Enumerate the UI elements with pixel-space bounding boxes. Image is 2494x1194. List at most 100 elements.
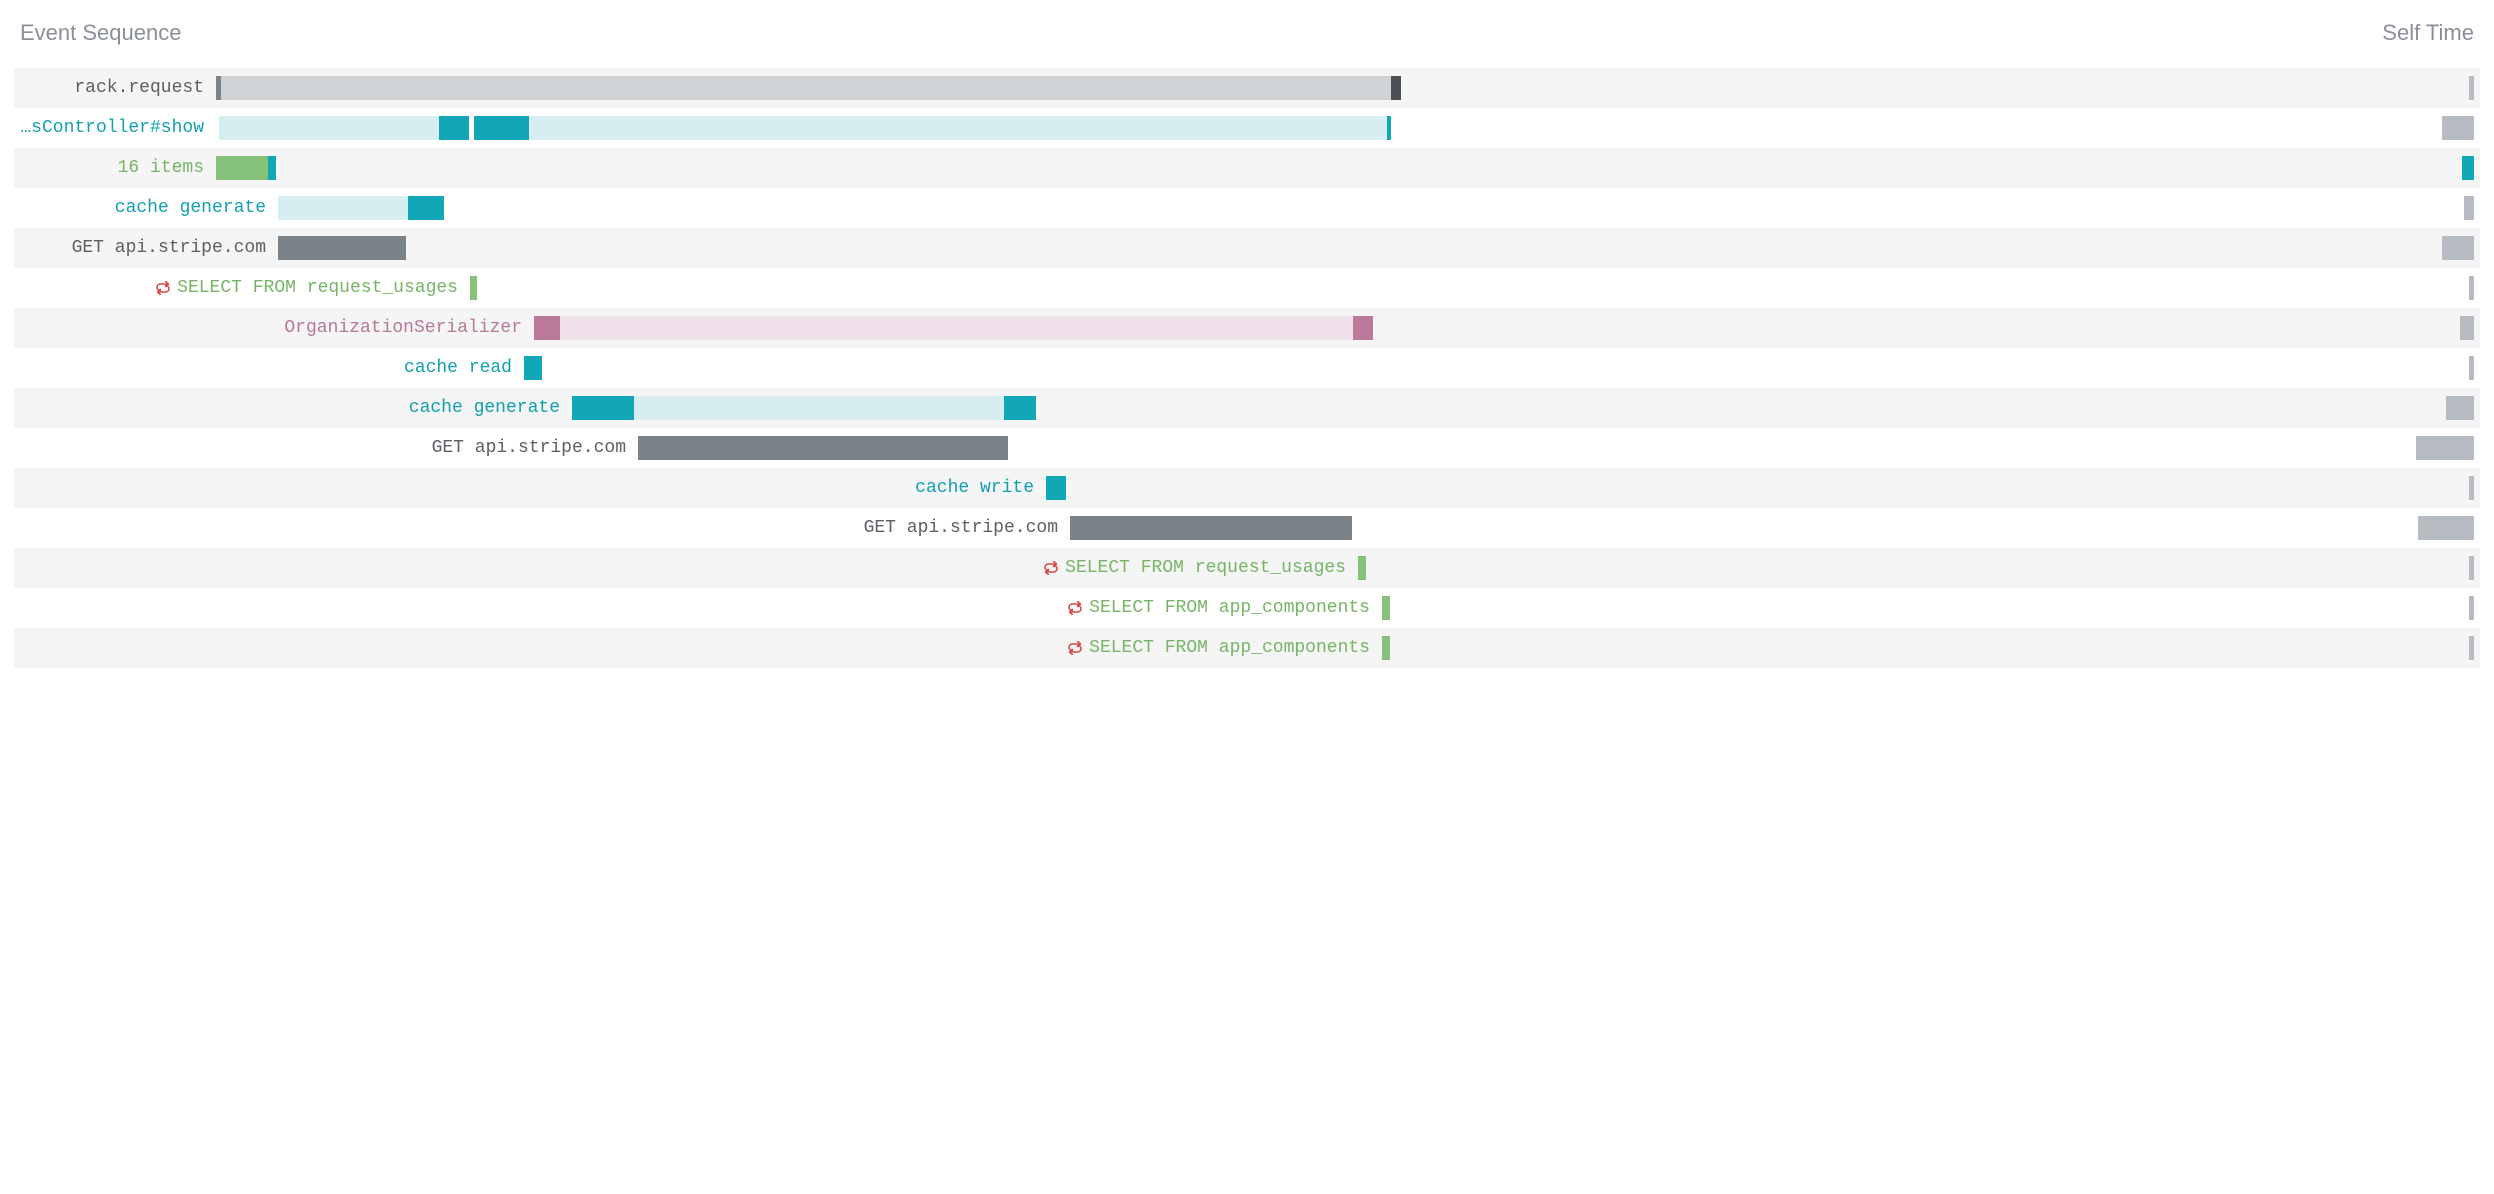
trace-segment[interactable]: [474, 116, 529, 140]
self-time: [2344, 228, 2474, 268]
trace-segment[interactable]: [1382, 596, 1390, 620]
trace-label: cache write: [20, 478, 1046, 498]
self-time-bar: [2469, 476, 2474, 500]
trace-label-text: SELECT FROM app_components: [1089, 638, 1370, 658]
trace-segment[interactable]: [1046, 476, 1066, 500]
trace-segment[interactable]: [1070, 516, 1352, 540]
trace-row[interactable]: GET api.stripe.com: [14, 228, 2480, 268]
loop-icon: [1067, 601, 1083, 615]
trace-row[interactable]: SELECT FROM app_components: [14, 588, 2480, 628]
trace-row[interactable]: GET api.stripe.com: [14, 428, 2480, 468]
trace-row[interactable]: rack.request: [14, 68, 2480, 108]
self-time: [2344, 548, 2474, 588]
self-time-bar: [2442, 116, 2474, 140]
trace-label-text: OrganizationSerializer: [284, 318, 522, 338]
trace-row[interactable]: cache read: [14, 348, 2480, 388]
trace-timeline[interactable]: [1046, 468, 2344, 508]
trace-segment[interactable]: [1387, 116, 1391, 140]
trace-timeline[interactable]: [1382, 588, 2344, 628]
trace-label-text: 16 items: [118, 158, 204, 178]
trace-timeline[interactable]: [216, 68, 2344, 108]
self-time: [2344, 468, 2474, 508]
self-time-bar: [2416, 436, 2474, 460]
trace-segment[interactable]: [572, 396, 634, 420]
trace-segment[interactable]: [408, 196, 444, 220]
trace-label: 16 items: [20, 158, 216, 178]
self-time-bar: [2469, 596, 2474, 620]
trace-timeline[interactable]: [278, 188, 2344, 228]
trace-label: cache read: [20, 358, 524, 378]
trace-segment[interactable]: [534, 316, 560, 340]
self-time-bar: [2469, 76, 2474, 100]
loop-icon: [155, 281, 171, 295]
trace-row[interactable]: cache generate: [14, 188, 2480, 228]
self-time-bar: [2462, 156, 2474, 180]
trace-timeline[interactable]: [524, 348, 2344, 388]
self-time: [2344, 348, 2474, 388]
self-time: [2344, 628, 2474, 668]
header-left: Event Sequence: [20, 20, 2382, 46]
trace-label: SELECT FROM request_usages: [20, 558, 1358, 578]
trace-label: …sController#show: [20, 118, 216, 138]
trace-label-text: GET api.stripe.com: [864, 518, 1058, 538]
trace-label: OrganizationSerializer: [20, 318, 534, 338]
trace-label: SELECT FROM app_components: [20, 598, 1382, 618]
trace-row[interactable]: cache write: [14, 468, 2480, 508]
self-time-bar: [2460, 316, 2474, 340]
trace-row[interactable]: SELECT FROM request_usages: [14, 268, 2480, 308]
trace-segment[interactable]: [470, 276, 477, 300]
trace-segment[interactable]: [1382, 636, 1390, 660]
self-time: [2344, 188, 2474, 228]
trace-segment[interactable]: [1004, 396, 1036, 420]
self-time-bar: [2469, 556, 2474, 580]
trace-row[interactable]: GET api.stripe.com: [14, 508, 2480, 548]
trace-timeline[interactable]: [216, 148, 2344, 188]
trace-segment[interactable]: [219, 116, 439, 140]
trace-label-text: SELECT FROM request_usages: [1065, 558, 1346, 578]
trace-row[interactable]: SELECT FROM app_components: [14, 628, 2480, 668]
trace-segment[interactable]: [1358, 556, 1366, 580]
trace-segment[interactable]: [221, 76, 1391, 100]
self-time: [2344, 508, 2474, 548]
trace-segment[interactable]: [439, 116, 469, 140]
trace-row[interactable]: cache generate: [14, 388, 2480, 428]
trace-segment[interactable]: [278, 236, 406, 260]
trace-segment[interactable]: [529, 116, 1387, 140]
trace-segment[interactable]: [1391, 76, 1401, 100]
self-time-bar: [2442, 236, 2474, 260]
trace-label-text: rack.request: [74, 78, 204, 98]
trace-timeline[interactable]: [216, 108, 2344, 148]
trace-timeline[interactable]: [572, 388, 2344, 428]
trace-timeline[interactable]: [1070, 508, 2344, 548]
trace-timeline[interactable]: [1358, 548, 2344, 588]
trace-segment[interactable]: [268, 156, 276, 180]
trace-segment[interactable]: [560, 316, 1353, 340]
trace-timeline[interactable]: [638, 428, 2344, 468]
trace-label: GET api.stripe.com: [20, 518, 1070, 538]
trace-row[interactable]: OrganizationSerializer: [14, 308, 2480, 348]
self-time: [2344, 268, 2474, 308]
trace-label-text: GET api.stripe.com: [432, 438, 626, 458]
trace-label: SELECT FROM app_components: [20, 638, 1382, 658]
trace-segment[interactable]: [638, 436, 1008, 460]
trace-segment[interactable]: [524, 356, 542, 380]
trace-segment[interactable]: [634, 396, 1004, 420]
trace-label: SELECT FROM request_usages: [20, 278, 470, 298]
trace-label: GET api.stripe.com: [20, 238, 278, 258]
trace-timeline[interactable]: [534, 308, 2344, 348]
trace-segment[interactable]: [1353, 316, 1373, 340]
trace-row[interactable]: …sController#show: [14, 108, 2480, 148]
trace-timeline[interactable]: [1382, 628, 2344, 668]
trace-label: cache generate: [20, 398, 572, 418]
trace-timeline[interactable]: [470, 268, 2344, 308]
trace-segment[interactable]: [216, 156, 268, 180]
trace-row[interactable]: 16 items: [14, 148, 2480, 188]
trace-label: GET api.stripe.com: [20, 438, 638, 458]
trace-row[interactable]: SELECT FROM request_usages: [14, 548, 2480, 588]
trace-label-text: GET api.stripe.com: [72, 238, 266, 258]
trace-segment[interactable]: [278, 196, 408, 220]
trace-label-text: cache generate: [409, 398, 560, 418]
trace-label-text: …sController#show: [20, 118, 204, 138]
self-time: [2344, 308, 2474, 348]
trace-timeline[interactable]: [278, 228, 2344, 268]
